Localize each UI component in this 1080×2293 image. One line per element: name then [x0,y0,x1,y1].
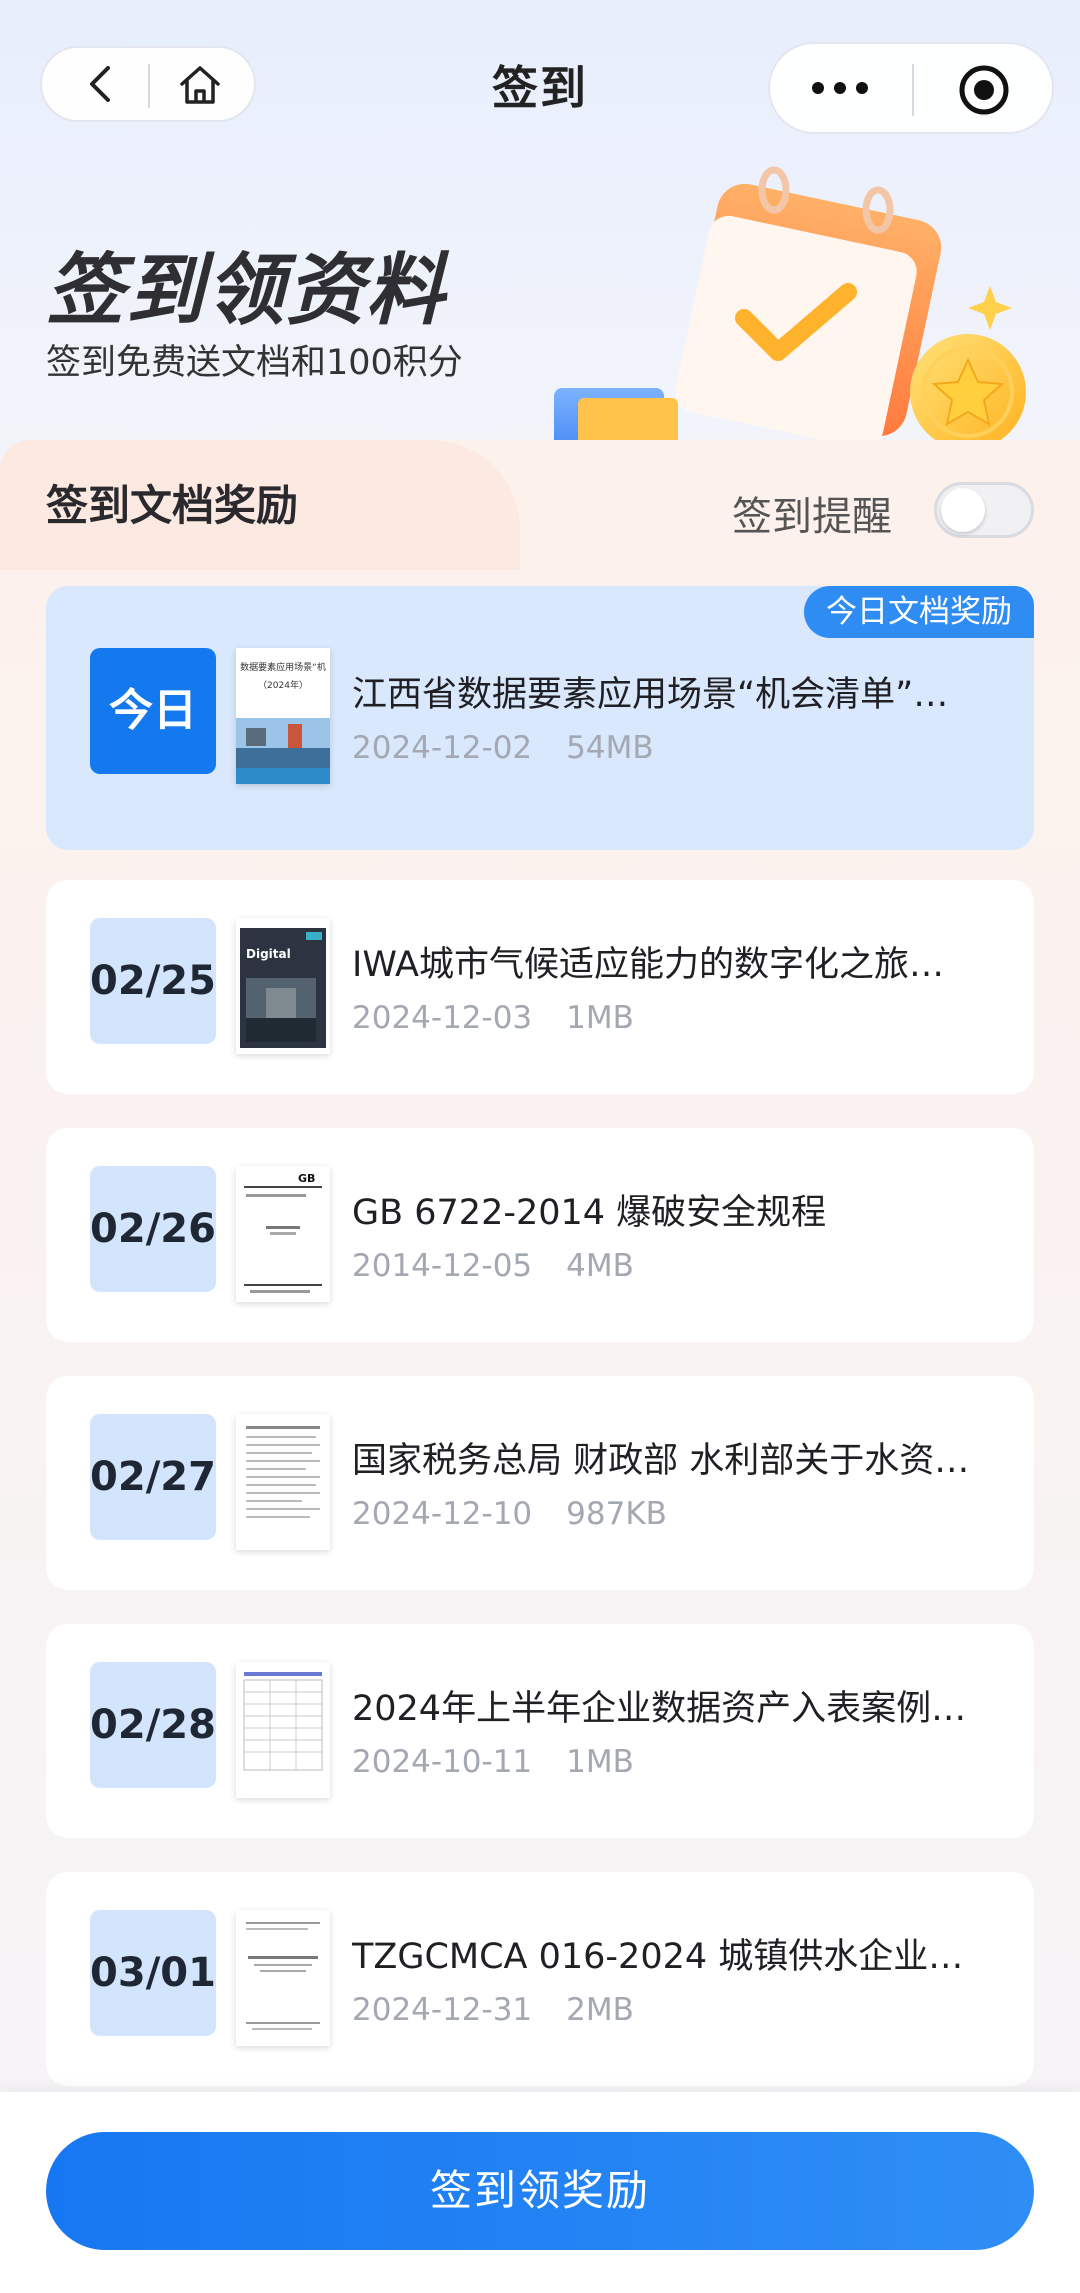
thumbnail-image [236,1910,330,2046]
remind-label: 签到提醒 [732,494,892,540]
doc-thumbnail: GB [236,1166,330,1302]
thumb-title-text: 数据要素应用场景“机 [240,661,326,673]
doc-title: 江西省数据要素应用场景“机会清单”… [352,675,949,715]
doc-meta: 2024-12-03 1MB [352,1000,634,1036]
doc-thumbnail: 数据要素应用场景“机 （2024年） [236,648,330,784]
doc-title: GB 6722-2014 爆破安全规程 [352,1193,827,1233]
target-icon[interactable] [958,64,1010,116]
thumbnail-image: GB [236,1166,330,1302]
thumbnail-image: Digital [236,918,330,1054]
doc-date: 2024-12-10 [352,1496,533,1532]
doc-size: 1MB [566,1744,634,1780]
doc-thumbnail [236,1910,330,2046]
doc-title: 国家税务总局 财政部 水利部关于水资… [352,1441,970,1481]
today-ribbon: 今日文档奖励 [804,586,1034,638]
thumbnail-image [236,1414,330,1550]
doc-size: 1MB [566,1000,634,1036]
day-badge: 今日 [90,648,216,774]
list-item[interactable]: 02/27 国家税务总局 财政部 水利部关于水资… 2024-12-10 987K… [46,1376,1034,1590]
section-title: 签到文档奖励 [46,481,299,530]
checkin-button[interactable]: 签到领奖励 [46,2132,1034,2250]
doc-date: 2024-12-31 [352,1992,533,2028]
thumb-badge-text: Digital [246,947,291,961]
doc-date: 2014-12-05 [352,1248,533,1284]
list-item-today[interactable]: 今日文档奖励 今日 数据要素应用场景“机 （2024年） 江西省数据要素应用场景… [46,586,1034,850]
doc-title: IWA城市气候适应能力的数字化之旅… [352,945,944,985]
doc-date: 2024-10-11 [352,1744,533,1780]
thumbnail-image: 数据要素应用场景“机 （2024年） [236,648,330,784]
doc-thumbnail [236,1662,330,1798]
calendar-check-coin-icon [554,166,1026,460]
list-item[interactable]: 02/25 Digital IWA城市气候适应能力的数字化之旅… 2024-12… [46,880,1034,1094]
doc-date: 2024-12-02 [352,730,533,766]
day-badge: 02/28 [90,1662,216,1788]
doc-size: 2MB [566,1992,634,2028]
list-item[interactable]: 02/26 GB GB 6722-2014 爆破安全规程 2014-12-05 4… [46,1128,1034,1342]
more-dots-icon[interactable] [810,78,870,98]
hero-title: 签到领资料 [46,246,447,336]
list-item[interactable]: 03/01 TZGCMCA 016-2024 城镇供水企业物… 2024-12-… [46,1872,1034,2086]
doc-meta: 2024-10-11 1MB [352,1744,634,1780]
doc-meta: 2024-12-10 987KB [352,1496,667,1532]
day-badge: 02/27 [90,1414,216,1540]
toggle-knob [941,488,985,532]
doc-thumbnail: Digital [236,918,330,1054]
doc-size: 54MB [566,730,654,766]
doc-meta: 2024-12-02 54MB [352,730,654,766]
doc-title: TZGCMCA 016-2024 城镇供水企业物… [352,1937,992,1977]
day-badge: 02/25 [90,918,216,1044]
reward-list: 今日文档奖励 今日 数据要素应用场景“机 （2024年） 江西省数据要素应用场景… [46,586,1034,2120]
doc-meta: 2024-12-31 2MB [352,1992,634,2028]
thumb-badge-text: GB [298,1172,315,1185]
doc-title: 2024年上半年企业数据资产入表案例… [352,1689,967,1729]
thumb-year-text: （2024年） [258,679,308,691]
doc-thumbnail [236,1414,330,1550]
capsule-divider [912,64,914,116]
day-badge: 02/26 [90,1166,216,1292]
nav-capsule-right [768,42,1054,134]
thumbnail-image [236,1662,330,1798]
doc-size: 987KB [566,1496,667,1532]
day-badge: 03/01 [90,1910,216,2036]
doc-meta: 2014-12-05 4MB [352,1248,634,1284]
list-item[interactable]: 02/28 2024年上半年企业数据资产入表案例… 2024-10-11 1MB [46,1624,1034,1838]
doc-size: 4MB [566,1248,634,1284]
doc-date: 2024-12-03 [352,1000,533,1036]
hero-subtitle: 签到免费送文档和100积分 [46,343,463,383]
remind-toggle[interactable] [934,482,1034,538]
